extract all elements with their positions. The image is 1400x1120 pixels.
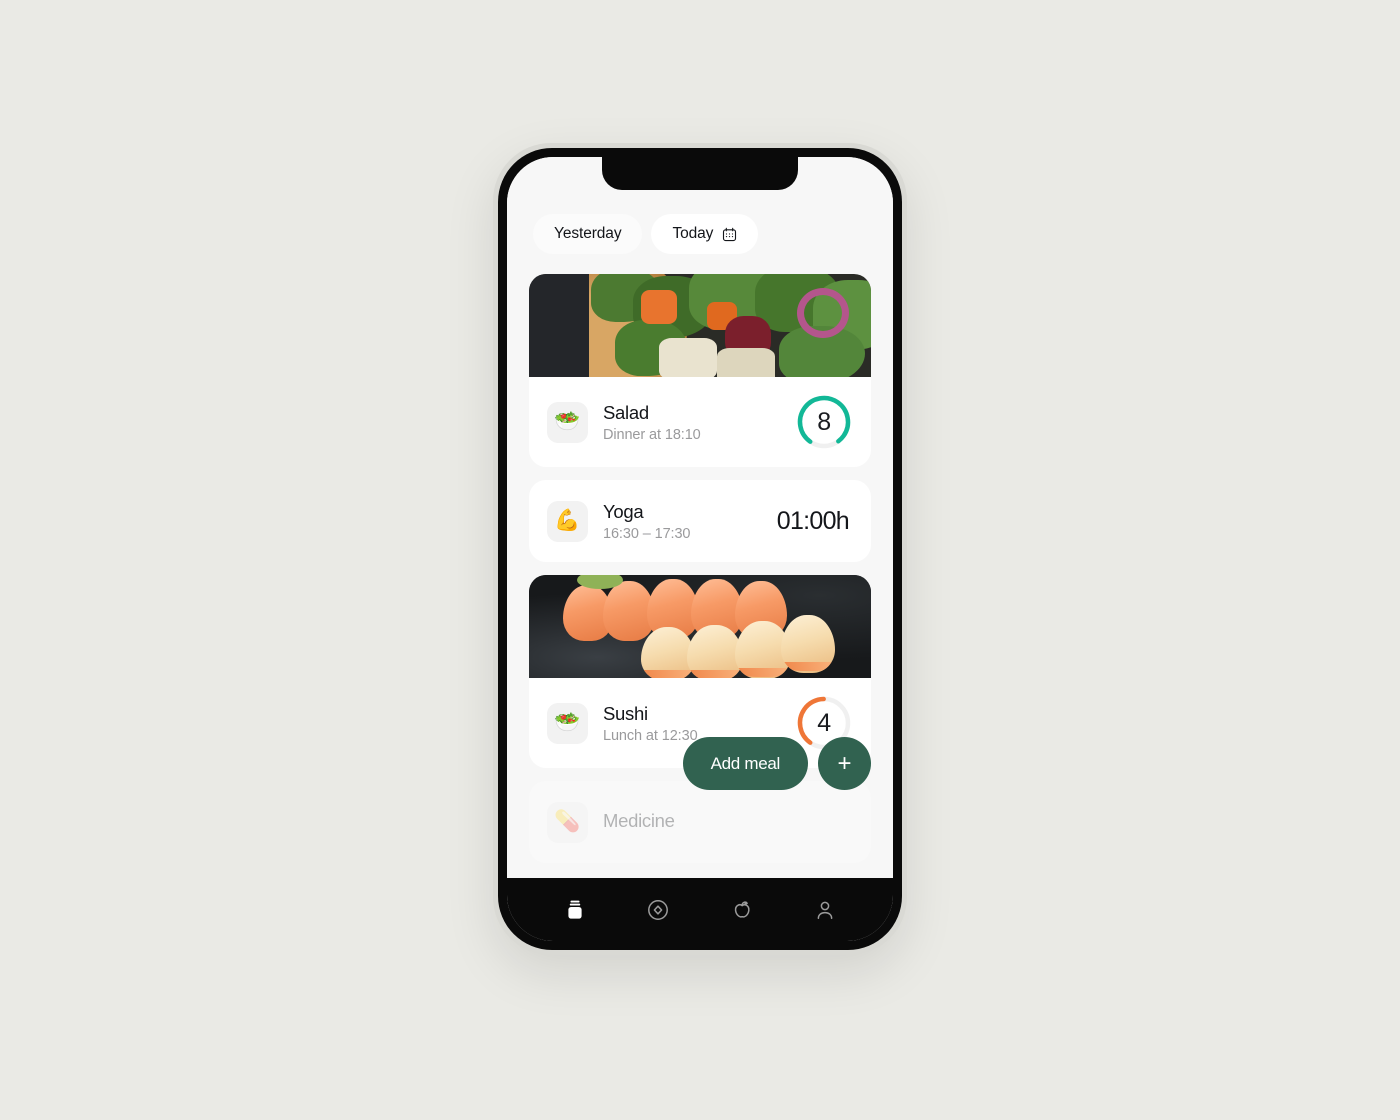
card-medicine[interactable]: 💊 Medicine	[529, 781, 871, 863]
nav-person-icon[interactable]	[802, 890, 848, 930]
app-content: Yesterday Today 🥗 Salad Dinner at 18:10 …	[507, 157, 893, 878]
card-yoga-body: 💪 Yoga 16:30 – 17:30 01:00h	[529, 480, 871, 562]
salad-score-value: 8	[817, 407, 831, 436]
card-medicine-body: 💊 Medicine	[529, 781, 871, 863]
floating-action-row: Add meal +	[682, 737, 871, 790]
person-icon	[817, 901, 833, 919]
phone-frame: Yesterday Today 🥗 Salad Dinner at 18:10 …	[493, 143, 907, 955]
tab-today-label: Today	[672, 225, 714, 242]
nav-apple-icon[interactable]	[719, 890, 765, 930]
salad-score-ring: 8	[795, 393, 853, 451]
bottom-navigation	[507, 878, 893, 941]
sushi-photo	[529, 575, 871, 678]
card-salad-subtitle: Dinner at 18:10	[603, 427, 701, 444]
card-yoga-duration: 01:00h	[776, 506, 850, 535]
card-yoga[interactable]: 💪 Yoga 16:30 – 17:30 01:00h	[529, 480, 871, 562]
card-salad[interactable]: 🥗 Salad Dinner at 18:10 8	[529, 274, 871, 467]
salad-photo	[529, 274, 871, 377]
jar-icon	[568, 900, 582, 919]
card-sushi-title: Sushi	[603, 702, 648, 724]
tab-yesterday[interactable]: Yesterday	[533, 214, 643, 254]
add-button[interactable]: +	[818, 737, 871, 790]
nav-compass-icon[interactable]	[635, 890, 681, 930]
salad-emoji: 🥗	[547, 401, 588, 443]
flexed-biceps-emoji: 💪	[547, 500, 588, 542]
card-yoga-subtitle: 16:30 – 17:30	[603, 526, 691, 543]
tab-today[interactable]: Today	[651, 214, 759, 254]
add-meal-button[interactable]: Add meal	[682, 737, 808, 790]
card-salad-body: 🥗 Salad Dinner at 18:10 8	[529, 377, 871, 467]
phone-screen: Yesterday Today 🥗 Salad Dinner at 18:10 …	[507, 157, 893, 941]
nav-jar-icon[interactable]	[552, 890, 598, 930]
phone-notch	[602, 157, 798, 190]
card-yoga-title: Yoga	[603, 500, 644, 522]
apple-icon	[734, 900, 750, 918]
calendar-icon	[722, 227, 737, 242]
tab-yesterday-label: Yesterday	[554, 225, 622, 242]
card-medicine-title: Medicine	[603, 809, 675, 831]
salad-emoji: 🥗	[547, 702, 588, 744]
compass-icon	[648, 899, 669, 920]
card-salad-title: Salad	[603, 401, 649, 423]
phone-bezel: Yesterday Today 🥗 Salad Dinner at 18:10 …	[498, 148, 902, 950]
pill-emoji: 💊	[547, 801, 588, 843]
